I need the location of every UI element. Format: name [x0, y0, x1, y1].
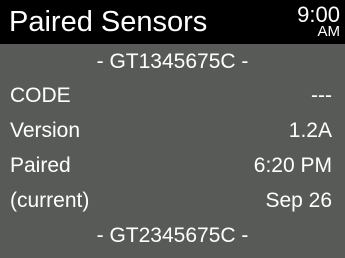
sensor-row-version: Version 1.2A [0, 114, 345, 148]
header-bar: Paired Sensors 9:00 AM [0, 0, 345, 44]
code-label: CODE [10, 84, 71, 107]
sensor-list[interactable]: - GT1345675C - CODE --- Version 1.2A Pai… [0, 44, 345, 258]
sensor-row-paired: Paired 6:20 PM [0, 149, 345, 183]
sensor-row-code: CODE --- [0, 79, 345, 113]
status-clock: 9:00 AM [280, 4, 340, 40]
paired-date: Sep 26 [265, 189, 332, 212]
code-value: --- [311, 84, 332, 107]
status-label: (current) [10, 189, 90, 212]
version-label: Version [10, 119, 81, 142]
paired-time: 6:20 PM [253, 154, 332, 177]
paired-sensors-screen: Paired Sensors 9:00 AM - GT1345675C - CO… [0, 0, 345, 258]
paired-label: Paired [10, 154, 71, 177]
sensor-name-2[interactable]: - GT2345675C - [0, 219, 345, 253]
sensor-name-1[interactable]: - GT1345675C - [0, 45, 345, 79]
sensor-row-status: (current) Sep 26 [0, 184, 345, 218]
page-title: Paired Sensors [9, 6, 208, 38]
version-value: 1.2A [288, 119, 332, 142]
